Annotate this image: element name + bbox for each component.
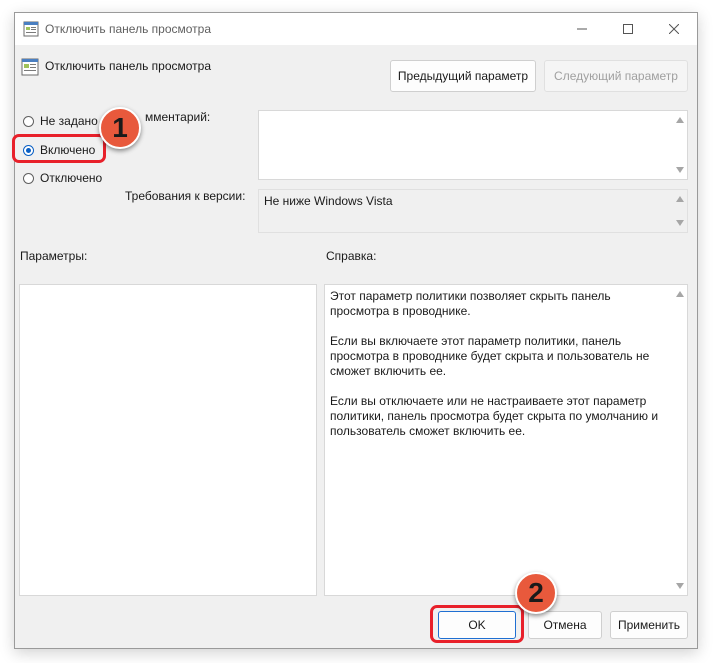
radio-disabled[interactable]: Отключено (23, 171, 102, 185)
radio-label: Не задано (40, 114, 98, 128)
policy-icon (23, 21, 39, 37)
maximize-button[interactable] (605, 13, 651, 45)
enabled-highlight-outline (12, 134, 106, 163)
parameters-label: Параметры: (20, 249, 88, 263)
ok-highlight-outline (430, 605, 524, 643)
help-scrollbar[interactable] (672, 285, 687, 595)
cancel-button[interactable]: Отмена (528, 611, 602, 639)
requirements-label: Требования к версии: (125, 189, 246, 203)
scroll-down-icon[interactable] (676, 220, 684, 226)
window-title: Отключить панель просмотра (45, 22, 212, 36)
setting-icon (21, 58, 39, 76)
requirements-value: Не ниже Windows Vista (264, 194, 393, 208)
maximize-icon (623, 24, 633, 34)
help-paragraph: Если вы включаете этот параметр политики… (330, 334, 650, 378)
close-icon (669, 24, 679, 34)
scroll-down-icon[interactable] (676, 583, 684, 589)
minimize-icon (577, 28, 587, 30)
help-text: Этот параметр политики позволяет скрыть … (325, 285, 687, 458)
requirements-scrollbar[interactable] (672, 190, 687, 232)
radio-not-configured[interactable]: Не задано (23, 114, 98, 128)
radio-circle[interactable] (23, 115, 34, 127)
radio-label: Отключено (40, 171, 103, 185)
comment-scrollbar[interactable] (672, 111, 687, 179)
scroll-up-icon[interactable] (676, 117, 684, 123)
comment-label: мментарий: (145, 110, 211, 124)
policy-title: Отключить панель просмотра (45, 59, 212, 73)
parameters-panel (19, 284, 317, 596)
help-label: Справка: (326, 249, 377, 263)
radio-circle[interactable] (23, 172, 34, 184)
scroll-up-icon[interactable] (676, 291, 684, 297)
previous-setting-button[interactable]: Предыдущий параметр (390, 60, 536, 92)
scroll-up-icon[interactable] (676, 196, 684, 202)
scroll-down-icon[interactable] (676, 167, 684, 173)
close-button[interactable] (651, 13, 697, 45)
title-bar[interactable]: Отключить панель просмотра (15, 13, 697, 45)
comment-field[interactable] (258, 110, 688, 180)
step-2-badge: 2 (515, 572, 557, 614)
requirements-field: Не ниже Windows Vista (258, 189, 688, 233)
next-setting-button[interactable]: Следующий параметр (544, 60, 688, 92)
help-paragraph: Если вы отключаете или не настраиваете э… (330, 394, 659, 438)
help-panel: Этот параметр политики позволяет скрыть … (324, 284, 688, 596)
step-1-badge: 1 (99, 107, 141, 149)
minimize-button[interactable] (559, 13, 605, 45)
help-paragraph: Этот параметр политики позволяет скрыть … (330, 289, 611, 318)
apply-button[interactable]: Применить (610, 611, 688, 639)
